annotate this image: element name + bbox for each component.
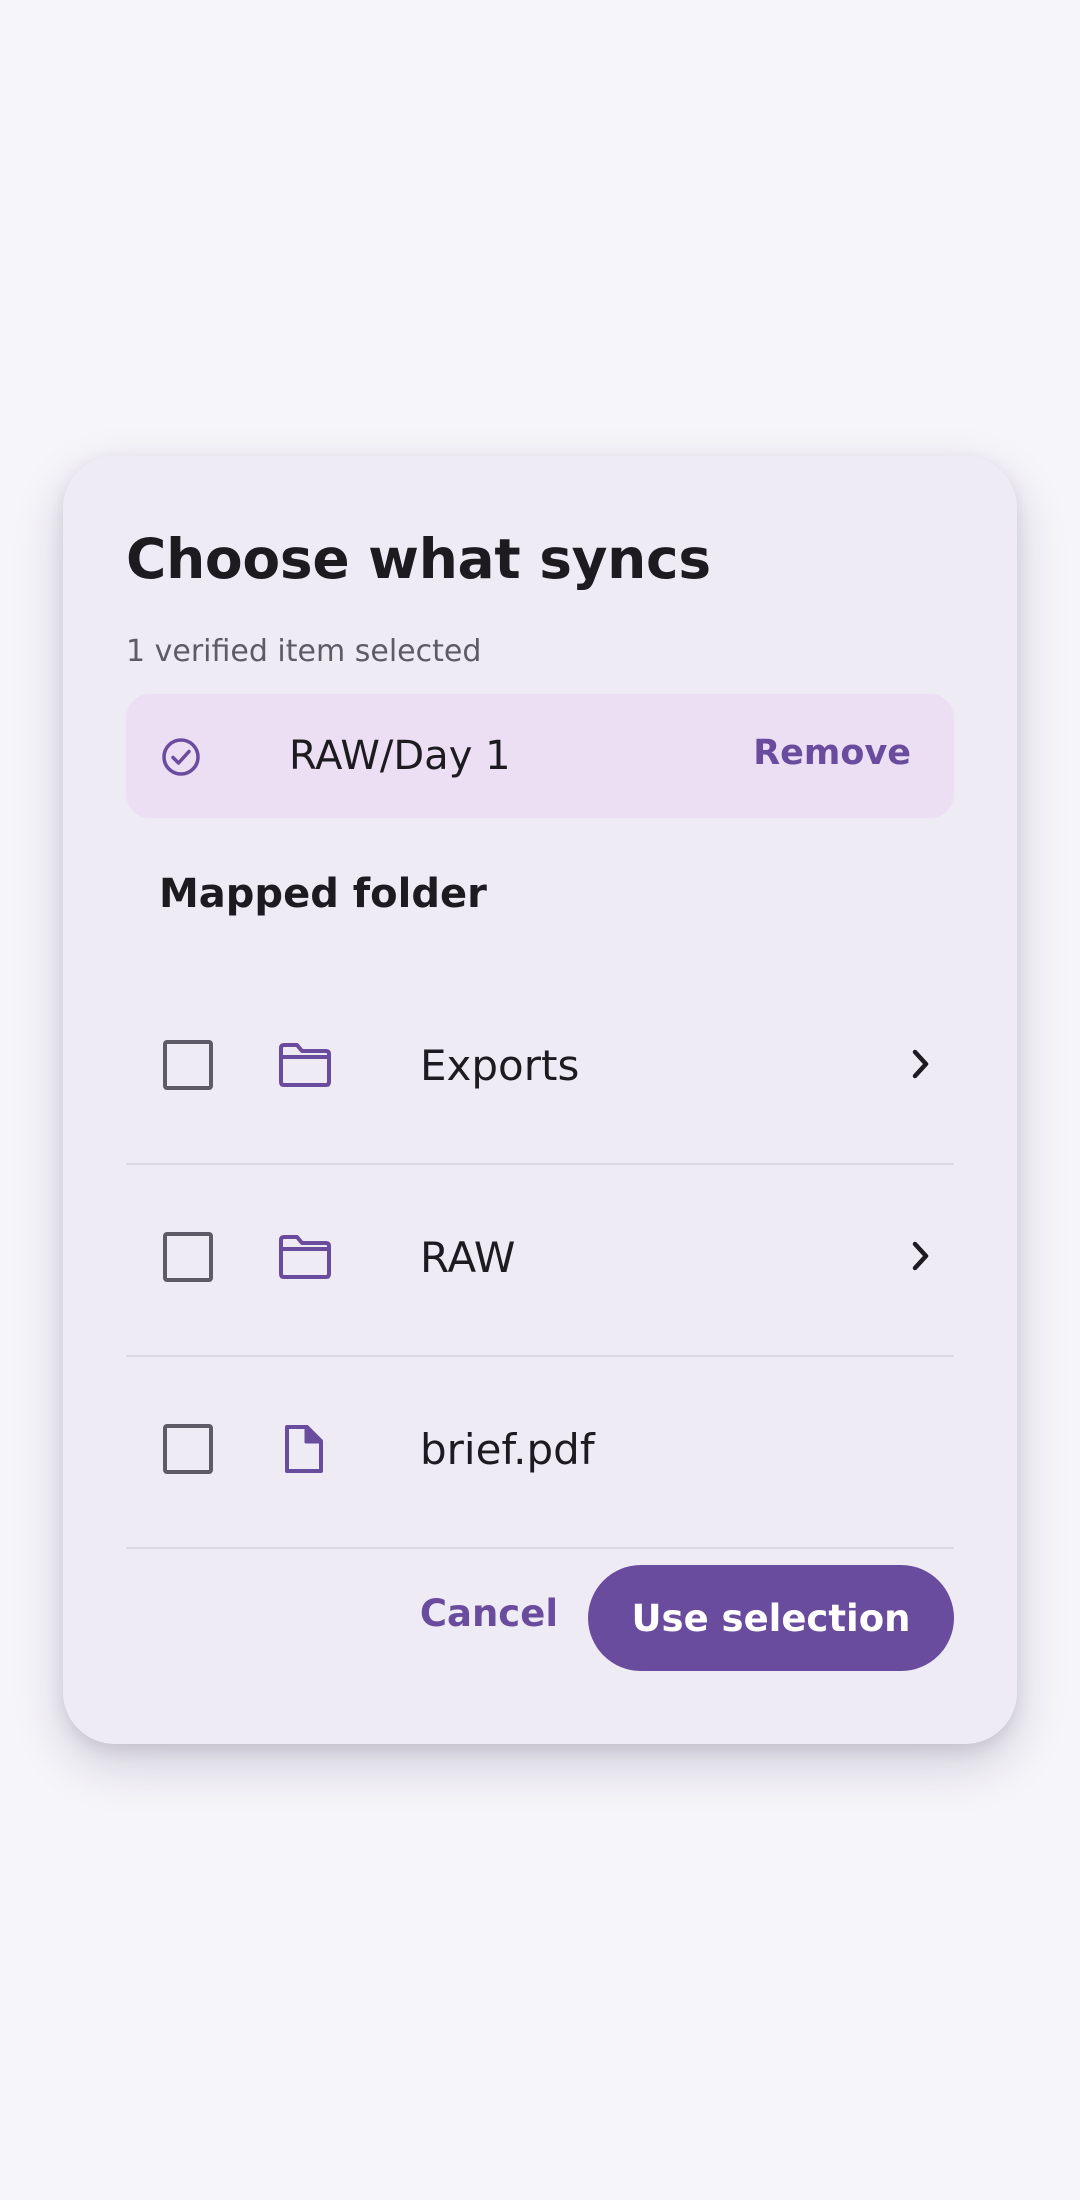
checkbox[interactable] — [163, 1232, 213, 1282]
checkbox[interactable] — [163, 1040, 213, 1090]
item-label: RAW — [420, 1233, 516, 1282]
selected-item-chip: RAW/Day 1 Remove — [126, 694, 954, 818]
chevron-right-icon[interactable] — [904, 1239, 938, 1273]
folder-icon — [279, 1043, 331, 1087]
file-list: Exports RAW brief.pdf — [126, 973, 954, 1549]
list-item-brief-pdf[interactable]: brief.pdf — [126, 1357, 954, 1549]
folder-icon — [279, 1235, 331, 1279]
file-icon — [285, 1425, 323, 1473]
remove-button[interactable]: Remove — [753, 736, 911, 771]
chevron-right-icon[interactable] — [904, 1047, 938, 1081]
dialog-title: Choose what syncs — [126, 527, 711, 591]
checkbox[interactable] — [163, 1424, 213, 1474]
use-selection-button[interactable]: Use selection — [588, 1565, 954, 1671]
item-label: Exports — [420, 1041, 580, 1090]
check-circle-icon — [162, 738, 200, 776]
list-item-exports[interactable]: Exports — [126, 973, 954, 1165]
sync-selection-dialog: Choose what syncs 1 verified item select… — [63, 456, 1017, 1744]
cancel-button[interactable]: Cancel — [420, 1595, 558, 1632]
list-item-raw[interactable]: RAW — [126, 1165, 954, 1357]
section-header: Mapped folder — [159, 871, 487, 917]
selected-item-label: RAW/Day 1 — [289, 733, 511, 779]
selection-count: 1 verified item selected — [126, 634, 482, 669]
item-label: brief.pdf — [420, 1425, 595, 1474]
dialog-actions: Cancel Use selection — [126, 1565, 954, 1671]
